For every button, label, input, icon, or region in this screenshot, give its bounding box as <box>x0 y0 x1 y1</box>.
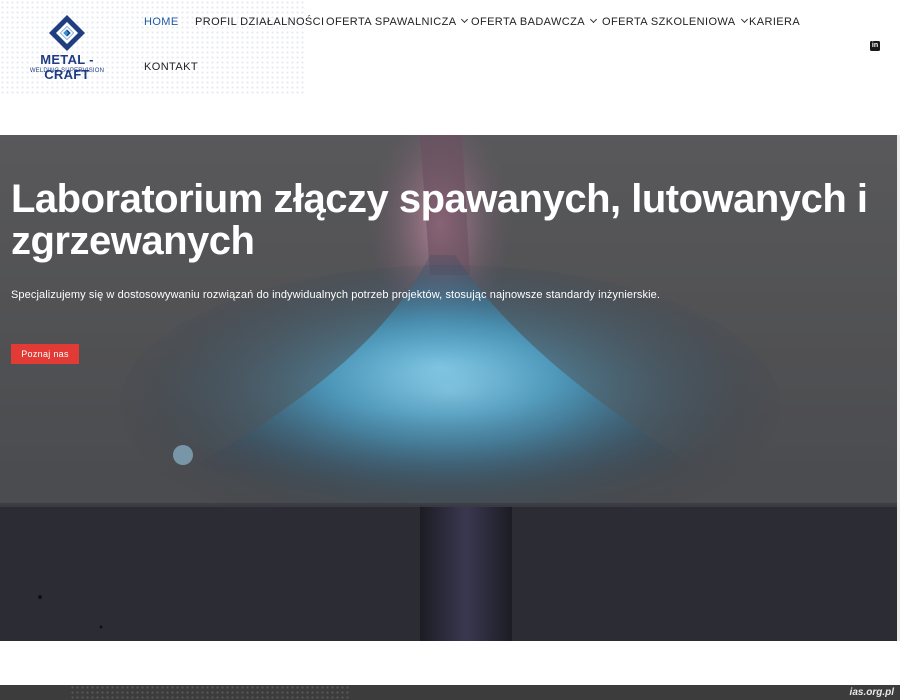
poznaj-nas-button[interactable]: Poznaj nas <box>11 344 79 364</box>
nav-profil-dzialalnosci[interactable]: PROFIL DZIAŁALNOŚCI <box>195 16 324 28</box>
nav-oferta-spawalnicza[interactable]: OFERTA SPAWALNICZA <box>326 15 469 28</box>
nav-kariera-label: KARIERA <box>749 16 801 28</box>
logo-name: METAL - CRAFT <box>40 52 94 82</box>
site-logo[interactable]: METAL - CRAFT WELDING SUPERVISION <box>18 14 116 82</box>
footer-dot-pattern <box>70 685 350 700</box>
nav-home-label: HOME <box>144 16 179 28</box>
chevron-down-icon <box>461 15 469 24</box>
nav-profil-label: PROFIL DZIAŁALNOŚCI <box>195 16 325 28</box>
nav-oferta-badawcza[interactable]: OFERTA BADAWCZA <box>471 15 598 28</box>
nav-oferta-spawalnicza-label: OFERTA SPAWALNICZA <box>326 16 457 28</box>
nav-oferta-szkoleniowa-label: OFERTA SZKOLENIOWA <box>602 16 736 28</box>
nav-kontakt[interactable]: KONTAKT <box>144 61 198 73</box>
logo-diamond-icon <box>49 15 85 51</box>
nav-oferta-badawcza-label: OFERTA BADAWCZA <box>471 16 585 28</box>
chevron-down-icon <box>740 15 748 24</box>
site-header: METAL - CRAFT WELDING SUPERVISION HOME P… <box>0 0 900 135</box>
footer-strip: ias.org.pl <box>0 685 900 700</box>
watermark-text: ias.org.pl <box>849 687 894 698</box>
nav-kontakt-label: KONTAKT <box>144 61 198 73</box>
chevron-down-icon <box>589 15 598 24</box>
linkedin-icon[interactable]: in <box>870 41 880 51</box>
nav-kariera[interactable]: KARIERA <box>749 16 800 28</box>
logo-tagline: WELDING SUPERVISION <box>29 68 105 74</box>
nav-oferta-szkoleniowa[interactable]: OFERTA SZKOLENIOWA <box>602 15 748 28</box>
hero-subtitle: Specjalizujemy się w dostosowywaniu rozw… <box>11 289 660 301</box>
nav-home[interactable]: HOME <box>144 16 179 28</box>
hero-title: Laboratorium złączy spawanych, lutowanyc… <box>11 177 868 263</box>
